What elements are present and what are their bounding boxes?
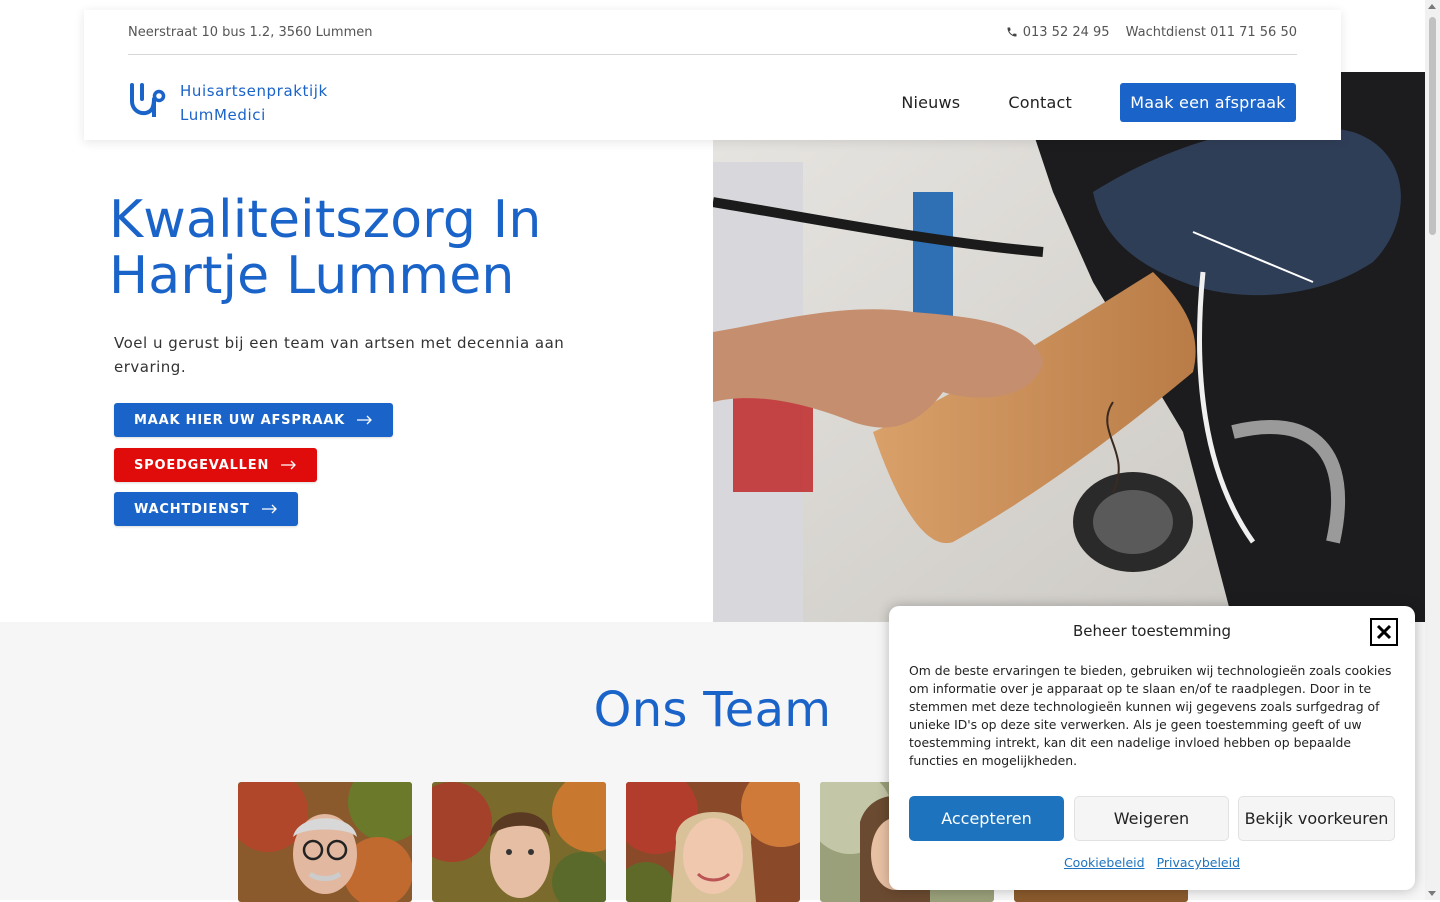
address-text: Neerstraat 10 bus 1.2, 3560 Lummen <box>128 24 373 40</box>
consent-links: Cookiebeleid Privacybeleid <box>889 855 1415 870</box>
brand-name-line1: Huisartsenpraktijk <box>180 81 328 100</box>
hero-title-line2: Hartje Lummen <box>109 246 515 306</box>
hero-title-line1: Kwaliteitszorg In <box>109 190 542 250</box>
team-member-photo[interactable] <box>432 782 606 902</box>
arrow-right-icon <box>261 504 277 514</box>
close-consent-button[interactable] <box>1370 618 1398 646</box>
top-bar: Neerstraat 10 bus 1.2, 3560 Lummen 013 5… <box>128 10 1297 55</box>
make-appointment-button[interactable]: MAAK HIER UW AFSPRAAK <box>114 403 394 437</box>
consent-title: Beheer toestemming <box>1072 622 1232 640</box>
page-scrollbar[interactable] <box>1425 0 1440 900</box>
emergencies-button[interactable]: SPOEDGEVALLEN <box>114 448 318 482</box>
consent-text: Om de beste ervaringen te bieden, gebrui… <box>909 663 1392 768</box>
wachtdienst-link[interactable]: Wachtdienst 011 71 56 50 <box>1126 25 1297 40</box>
cookie-policy-link[interactable]: Cookiebeleid <box>1064 855 1145 870</box>
team-member-photo[interactable] <box>626 782 800 902</box>
scrollbar-thumb[interactable] <box>1429 17 1436 235</box>
make-appointment-label: MAAK HIER UW AFSPRAAK <box>134 412 346 428</box>
phone-link[interactable]: 013 52 24 95 <box>1006 25 1110 40</box>
view-preferences-button[interactable]: Bekijk voorkeuren <box>1238 796 1395 841</box>
close-icon <box>1376 624 1392 640</box>
brand-name-line2: LumMedici <box>180 105 266 124</box>
hero-image <box>713 72 1425 622</box>
on-call-label: WACHTDIENST <box>134 501 250 517</box>
arrow-right-icon <box>357 415 372 425</box>
emergencies-label: SPOEDGEVALLEN <box>134 457 270 473</box>
scroll-up-arrow-icon[interactable] <box>1428 4 1436 9</box>
phone-icon <box>1007 27 1017 37</box>
book-appointment-button[interactable]: Maak een afspraak <box>1120 83 1296 122</box>
site-header: Neerstraat 10 bus 1.2, 3560 Lummen 013 5… <box>84 10 1341 140</box>
stethoscope-icon <box>130 82 166 117</box>
accept-button[interactable]: Accepteren <box>909 796 1064 841</box>
primary-nav: Nieuws Contact Maak een afspraak <box>901 83 1296 122</box>
nav-item-nieuws[interactable]: Nieuws <box>901 93 960 112</box>
arrow-right-icon <box>281 460 297 470</box>
hero-title: Kwaliteitszorg In Hartje Lummen <box>109 192 669 304</box>
cookie-consent-dialog: Beheer toestemming Om de beste ervaringe… <box>889 606 1415 890</box>
hero-subtitle: Voel u gerust bij een team van artsen me… <box>114 334 565 376</box>
scroll-down-arrow-icon[interactable] <box>1428 891 1436 896</box>
brand-logo[interactable]: Huisartsenpraktijk LumMedici <box>128 79 328 127</box>
team-member-photo[interactable] <box>238 782 412 902</box>
nav-item-contact[interactable]: Contact <box>1008 93 1072 112</box>
deny-button[interactable]: Weigeren <box>1074 796 1229 841</box>
on-call-button[interactable]: WACHTDIENST <box>114 492 298 526</box>
privacy-policy-link[interactable]: Privacybeleid <box>1157 855 1240 870</box>
phone-number: 013 52 24 95 <box>1022 24 1110 40</box>
main-nav-bar: Huisartsenpraktijk LumMedici Nieuws Cont… <box>128 65 1296 140</box>
